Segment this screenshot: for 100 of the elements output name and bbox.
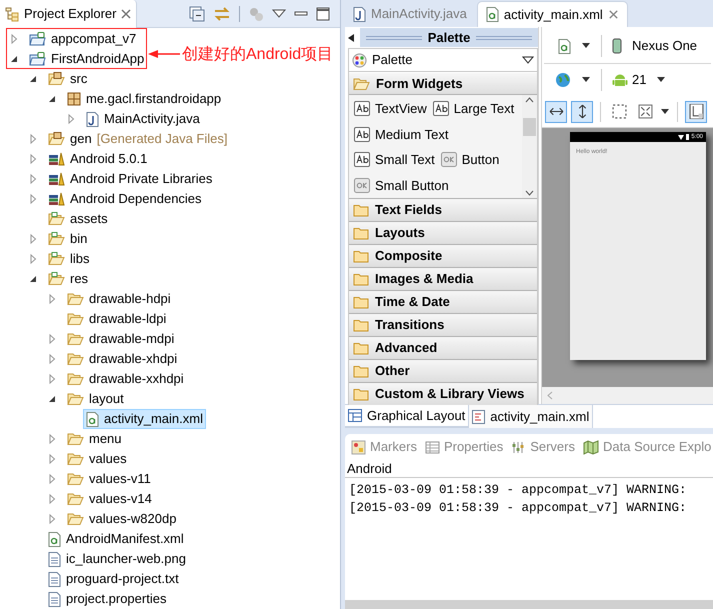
- palette-widget[interactable]: Small Text: [354, 150, 435, 170]
- tree-item[interactable]: layout: [64, 389, 127, 409]
- arrow-icon: [148, 49, 180, 59]
- view-tab[interactable]: Project Explorer: [0, 0, 138, 28]
- tree-item[interactable]: values: [64, 449, 130, 469]
- tree-item[interactable]: src: [45, 69, 90, 89]
- phone-icon: [612, 38, 622, 54]
- maximize-icon[interactable]: [316, 6, 330, 20]
- tree-item[interactable]: activity_main.xml: [83, 409, 206, 429]
- zoom-icon: [638, 104, 652, 119]
- console-line: [2015-03-09 01:58:39 - appcompat_v7] WARNING:: [349, 500, 688, 517]
- collapse-all-icon[interactable]: [189, 6, 205, 22]
- horizontal-scrollbar[interactable]: [345, 600, 713, 609]
- tree-item[interactable]: res: [45, 269, 92, 289]
- api-level-selector[interactable]: 21: [612, 70, 646, 90]
- tree-item[interactable]: libs: [45, 249, 93, 269]
- tree-item[interactable]: values-v11: [64, 469, 154, 489]
- tree-item[interactable]: ic_launcher-web.png: [45, 549, 189, 569]
- close-icon[interactable]: [120, 8, 132, 20]
- tree-item[interactable]: FirstAndroidApp: [26, 49, 148, 69]
- palette-widget[interactable]: Small Button: [354, 176, 449, 195]
- close-icon[interactable]: [608, 9, 619, 20]
- scrollbar[interactable]: [522, 95, 537, 198]
- editor-mode-tab[interactable]: Graphical Layout: [345, 405, 470, 428]
- tree-item[interactable]: drawable-ldpi: [64, 309, 170, 329]
- tree-item[interactable]: project.properties: [45, 589, 170, 609]
- folder-icon: [353, 226, 369, 240]
- device-name[interactable]: Nexus One: [632, 36, 698, 56]
- palette-category[interactable]: Text Fields: [349, 199, 537, 222]
- servers-icon: [511, 440, 526, 454]
- tree-item[interactable]: Android 5.0.1: [45, 149, 150, 169]
- caret-icon[interactable]: [660, 108, 670, 114]
- tree-item[interactable]: appcompat_v7: [26, 29, 140, 49]
- palette-widget[interactable]: TextView: [354, 99, 427, 118]
- folder-icon: [67, 452, 84, 466]
- link-editor-icon[interactable]: [213, 6, 231, 22]
- horizontal-scrollbar[interactable]: [542, 387, 713, 404]
- palette-category[interactable]: Form Widgets: [349, 72, 537, 95]
- palette-title: Palette: [428, 28, 470, 47]
- editor-tab[interactable]: activity_main.xml: [476, 1, 628, 27]
- palette-widget[interactable]: Medium Text: [354, 124, 448, 144]
- palette-category[interactable]: Layouts: [349, 222, 537, 245]
- folder-icon: [67, 292, 84, 306]
- view-toggle-button[interactable]: [571, 100, 593, 122]
- caret-icon[interactable]: [656, 77, 666, 83]
- palette-category[interactable]: Composite: [349, 245, 537, 268]
- view-toggle-button[interactable]: [545, 100, 567, 122]
- folder-icon: [353, 364, 369, 378]
- xml-file-icon: [86, 412, 99, 426]
- tree-item[interactable]: proguard-project.txt: [45, 569, 182, 589]
- tree-item[interactable]: drawable-hdpi: [64, 289, 174, 309]
- tree-item[interactable]: me.gacl.firstandroidapp: [64, 89, 224, 109]
- scroll-down-icon[interactable]: [525, 190, 534, 196]
- scroll-left-icon[interactable]: [547, 391, 553, 400]
- tree-item[interactable]: drawable-xhdpi: [64, 349, 180, 369]
- view-title: Project Explorer: [24, 4, 116, 23]
- collapse-left-icon[interactable]: [348, 34, 354, 42]
- globe-icon: [555, 72, 571, 88]
- palette-category[interactable]: Transitions: [349, 314, 537, 337]
- caret-icon[interactable]: [581, 43, 591, 49]
- palette-category[interactable]: Images & Media: [349, 268, 537, 291]
- view-menu-icon[interactable]: [272, 8, 286, 18]
- tree-item[interactable]: drawable-mdpi: [64, 329, 178, 349]
- file-icon: [48, 572, 61, 586]
- layout-icon: [688, 104, 704, 119]
- scroll-up-icon[interactable]: [525, 97, 534, 103]
- folder-icon: [353, 296, 369, 308]
- tree-item[interactable]: values-w820dp: [64, 509, 180, 529]
- gears-icon[interactable]: [248, 6, 264, 22]
- xml-file-icon: [558, 38, 571, 54]
- tree-item[interactable]: drawable-xxhdpi: [64, 369, 187, 389]
- dropdown-caret-icon: [522, 56, 534, 64]
- view-toggle-button[interactable]: [685, 100, 707, 122]
- minimize-icon[interactable]: [294, 8, 308, 18]
- folder-icon: [67, 392, 84, 406]
- caret-icon[interactable]: [581, 77, 591, 83]
- button-widget-icon: [354, 178, 370, 193]
- library-icon: [48, 192, 65, 206]
- tree-item[interactable]: Android Dependencies: [45, 189, 205, 209]
- tree-item[interactable]: gen [Generated Java Files]: [45, 129, 230, 149]
- tree-item[interactable]: MainActivity.java: [83, 109, 203, 129]
- text-widget-icon: [354, 152, 370, 168]
- tree-item[interactable]: menu: [64, 429, 125, 449]
- folder-icon: [353, 272, 369, 286]
- folder-icon: [353, 388, 369, 400]
- editor-mode-tab[interactable]: activity_main.xml: [469, 405, 594, 428]
- tree-item[interactable]: values-v14: [64, 489, 155, 509]
- palette-category[interactable]: Advanced: [349, 337, 537, 360]
- scroll-thumb[interactable]: [523, 118, 536, 136]
- tree-item[interactable]: assets: [45, 209, 111, 229]
- palette-category[interactable]: Time & Date: [349, 291, 537, 314]
- palette-widget[interactable]: Button: [440, 150, 500, 170]
- palette-category[interactable]: Custom & Library Views: [349, 383, 537, 406]
- tree-item[interactable]: Android Private Libraries: [45, 169, 216, 189]
- xml-file-icon: [48, 532, 61, 546]
- tree-item[interactable]: AndroidManifest.xml: [45, 529, 187, 549]
- folder-icon: [67, 372, 84, 386]
- palette-widget[interactable]: Large Text: [432, 99, 514, 118]
- palette-category[interactable]: Other: [349, 360, 537, 383]
- tree-item[interactable]: bin: [45, 229, 90, 249]
